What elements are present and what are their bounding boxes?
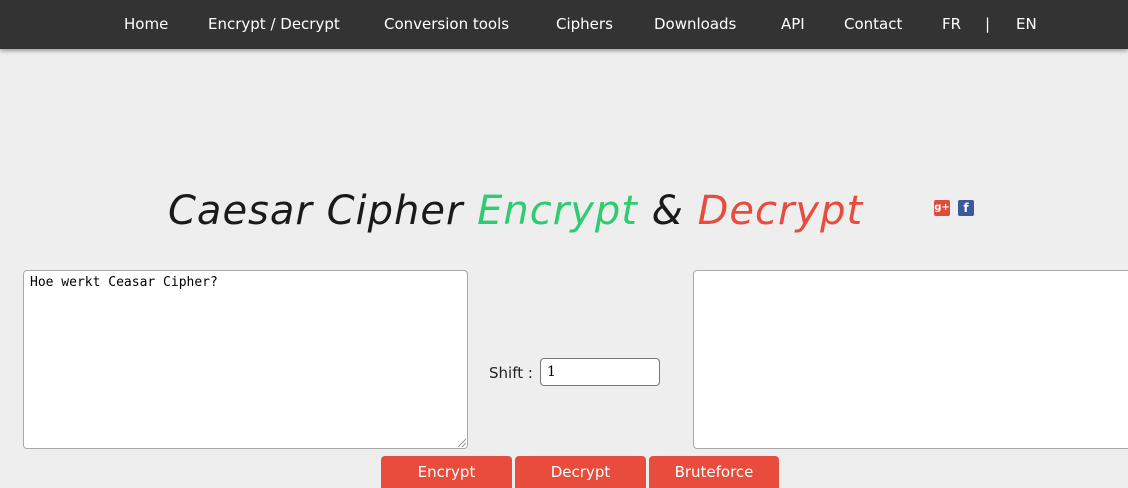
nav-ciphers[interactable]: Ciphers — [556, 0, 613, 49]
nav-home[interactable]: Home — [124, 0, 168, 49]
decrypt-button[interactable]: Decrypt — [515, 456, 646, 488]
nav-conversion-tools[interactable]: Conversion tools — [384, 0, 509, 49]
nav-contact[interactable]: Contact — [844, 0, 902, 49]
nav-lang-separator: | — [985, 15, 991, 33]
nav-lang-fr[interactable]: FR — [942, 0, 961, 49]
bruteforce-button[interactable]: Bruteforce — [649, 456, 779, 488]
nav-downloads[interactable]: Downloads — [654, 0, 736, 49]
title-decrypt: Decrypt — [697, 188, 864, 234]
shift-input[interactable] — [540, 358, 660, 386]
plaintext-input[interactable]: Hoe werkt Ceasar Cipher? — [23, 270, 468, 449]
shift-label: Shift : — [489, 364, 533, 382]
page-title: Caesar Cipher Encrypt & Decrypt — [168, 176, 863, 246]
encrypt-button[interactable]: Encrypt — [381, 456, 512, 488]
ciphertext-output[interactable] — [693, 270, 1128, 449]
nav-lang-en[interactable]: EN — [1016, 0, 1037, 49]
google-plus-icon[interactable]: g+ — [934, 200, 950, 216]
facebook-icon[interactable]: f — [958, 200, 974, 216]
title-caesar-cipher: Caesar Cipher — [168, 188, 464, 234]
nav-api[interactable]: API — [781, 0, 805, 49]
title-ampersand: & — [651, 188, 684, 234]
top-navbar: Home Encrypt / Decrypt Conversion tools … — [0, 0, 1128, 49]
nav-encrypt-decrypt[interactable]: Encrypt / Decrypt — [208, 0, 340, 49]
title-encrypt: Encrypt — [477, 188, 638, 234]
